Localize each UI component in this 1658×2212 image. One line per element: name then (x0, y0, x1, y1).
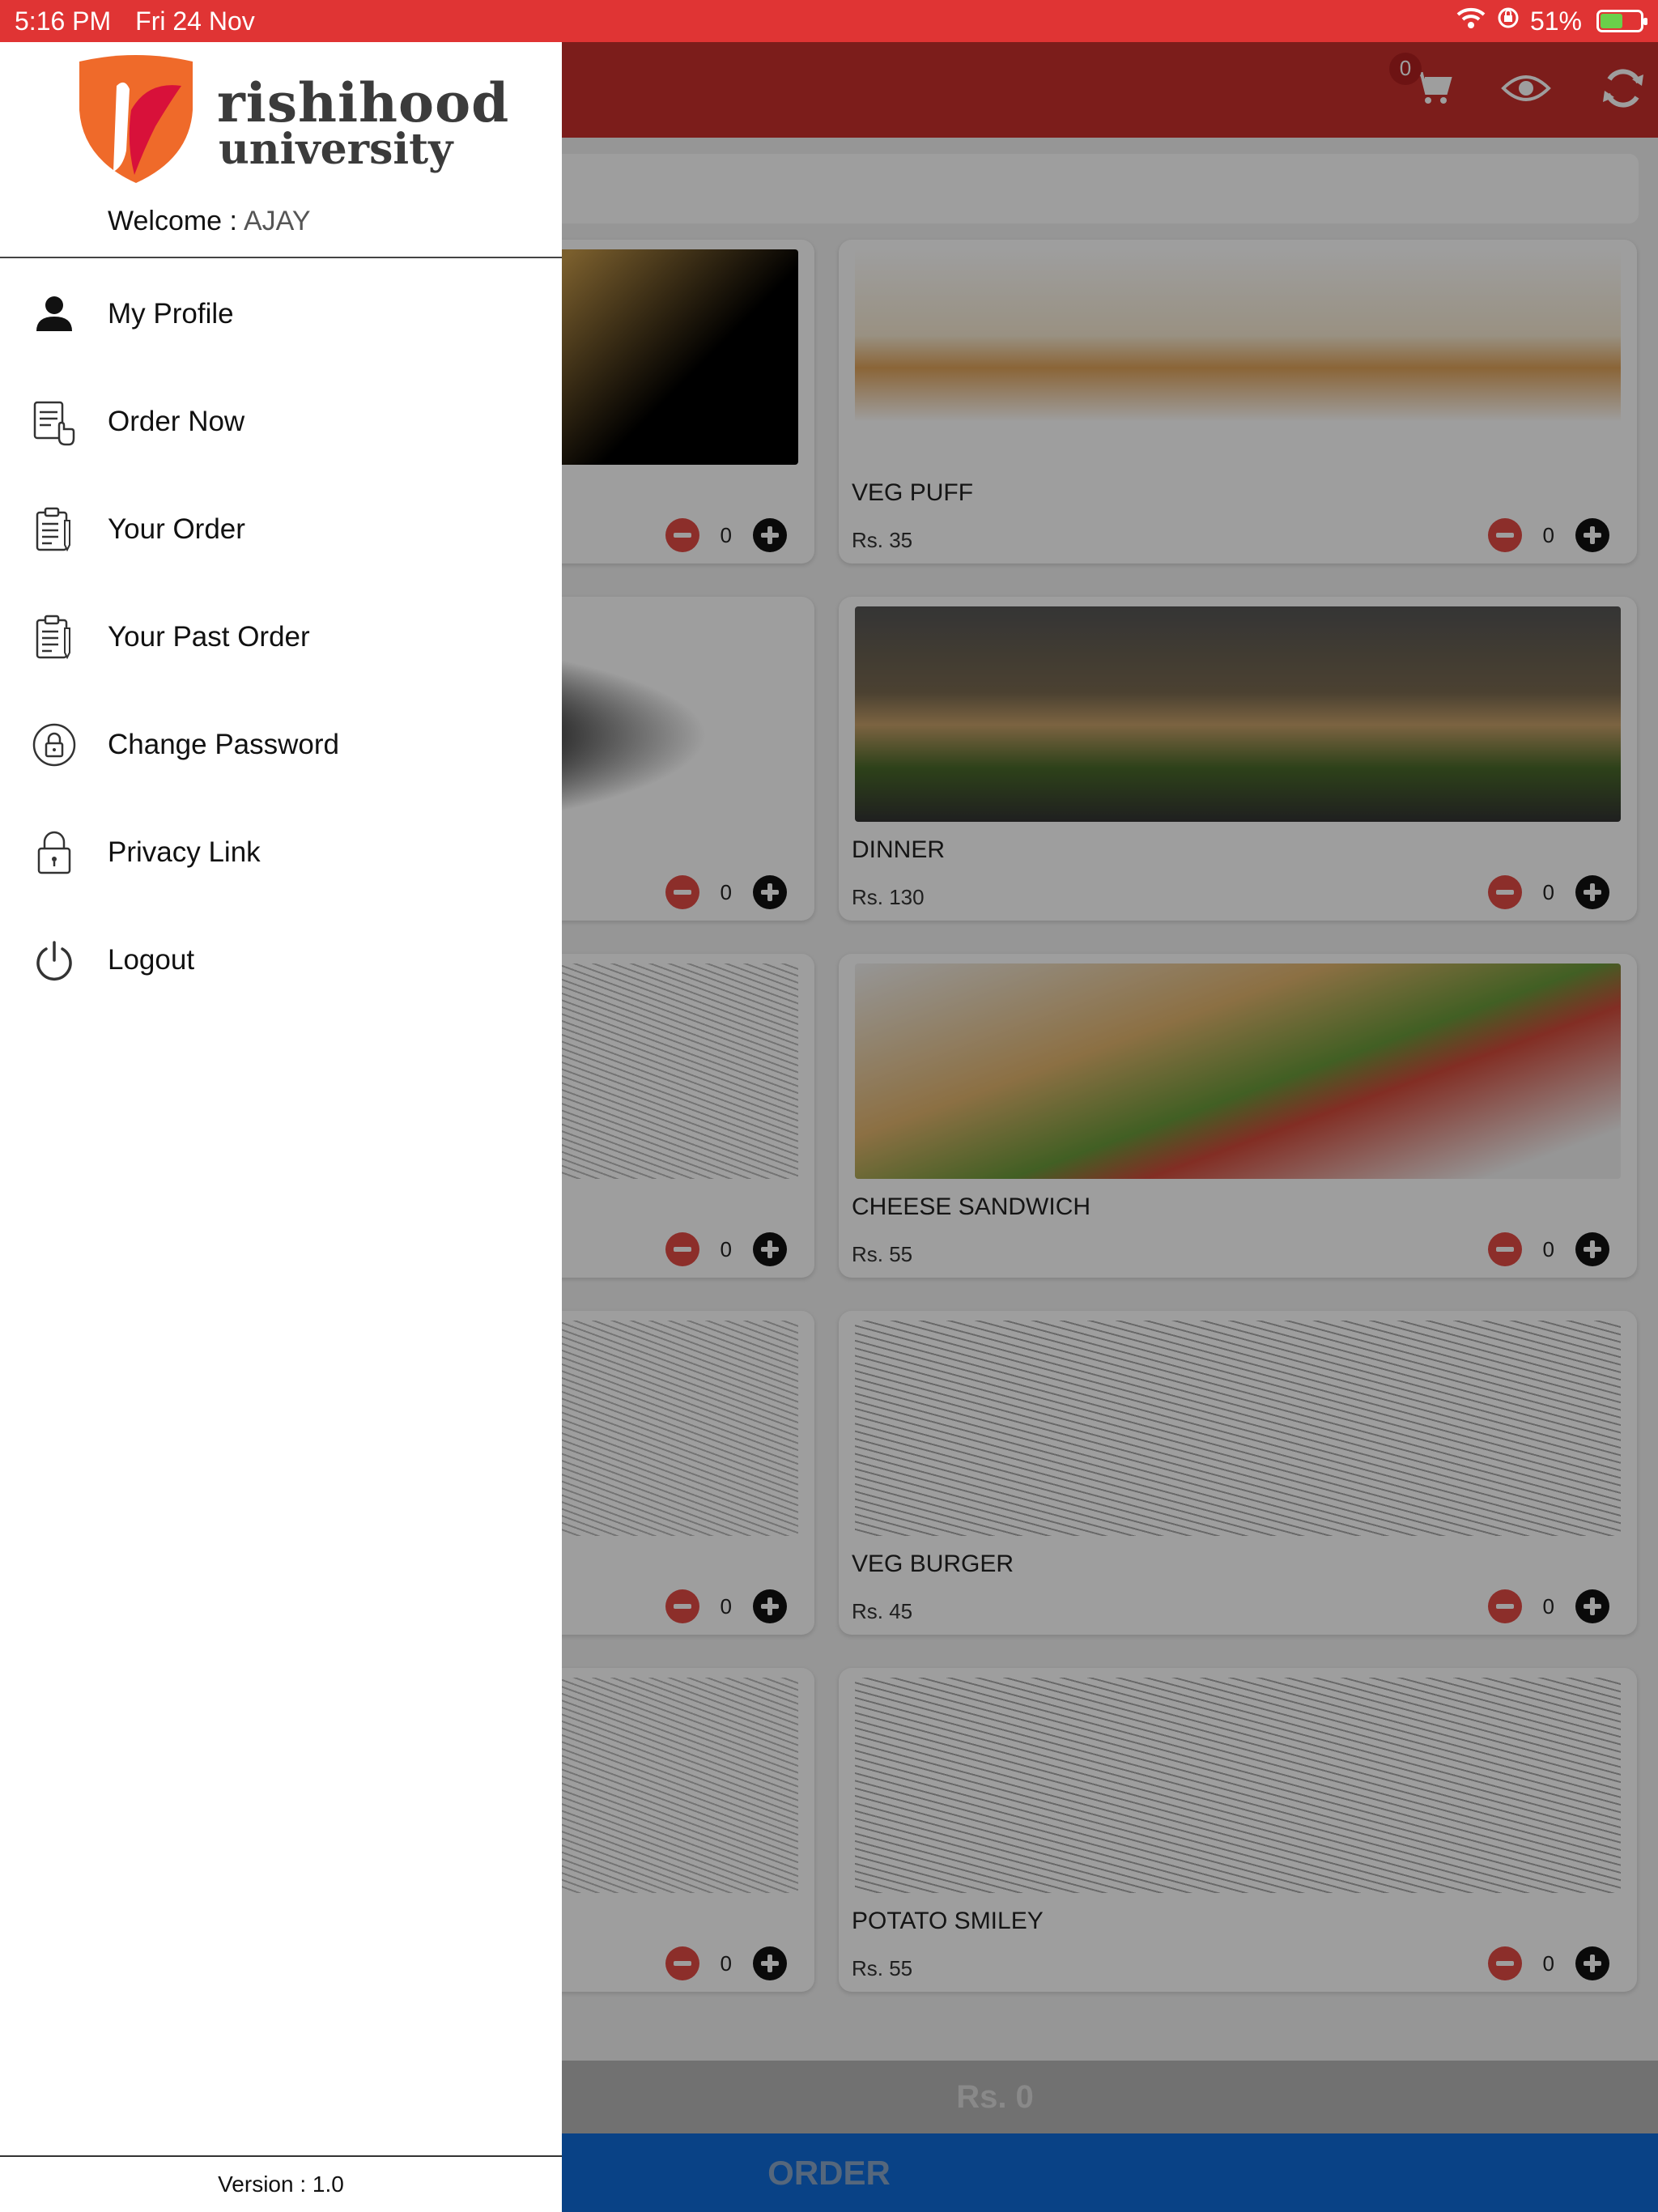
menu-item-label: Your Past Order (108, 621, 310, 653)
menu-item-change-password[interactable]: Change Password (0, 704, 562, 785)
menu-item-order-now[interactable]: Order Now (0, 381, 562, 462)
padlock-icon (28, 826, 81, 879)
lock-circle-icon (28, 718, 81, 772)
drawer-divider (0, 257, 562, 258)
menu-item-your-order[interactable]: Your Order (0, 489, 562, 570)
shield-logo-icon (79, 55, 193, 183)
welcome-username: AJAY (243, 206, 311, 236)
welcome-text: Welcome : AJAY (108, 206, 311, 237)
university-logo: rishihood university (74, 53, 509, 185)
menu-item-my-profile[interactable]: My Profile (0, 274, 562, 355)
brand-name: rishihood (217, 71, 510, 134)
menu-item-label: Logout (108, 944, 195, 976)
menu-item-label: Privacy Link (108, 836, 261, 868)
app-version: Version : 1.0 (218, 2172, 344, 2197)
clipboard-icon (28, 503, 81, 556)
menu-item-privacy-link[interactable]: Privacy Link (0, 812, 562, 893)
menu-item-label: Change Password (108, 729, 339, 760)
brand-subtitle: university (219, 125, 453, 174)
menu-item-your-past-order[interactable]: Your Past Order (0, 597, 562, 678)
status-time: 5:16 PM (15, 6, 112, 36)
status-bar: 5:16 PM Fri 24 Nov 51% (0, 0, 1658, 42)
menu-item-logout[interactable]: Logout (0, 920, 562, 1001)
battery-icon (1596, 10, 1647, 32)
menu-item-label: Order Now (108, 406, 245, 437)
person-icon (28, 287, 81, 341)
welcome-label: Welcome : (108, 206, 237, 236)
orientation-lock-icon (1496, 6, 1520, 36)
navigation-drawer: rishihood university Welcome : AJAY My Pr… (0, 42, 562, 2212)
menu-item-label: My Profile (108, 298, 234, 330)
status-date: Fri 24 Nov (135, 6, 255, 36)
menu-item-label: Your Order (108, 513, 245, 545)
wifi-icon (1456, 6, 1486, 36)
version-divider (0, 2155, 562, 2157)
battery-percent: 51% (1529, 6, 1582, 36)
order-now-icon (28, 395, 81, 449)
power-icon (28, 934, 81, 987)
clipboard-history-icon (28, 610, 81, 664)
